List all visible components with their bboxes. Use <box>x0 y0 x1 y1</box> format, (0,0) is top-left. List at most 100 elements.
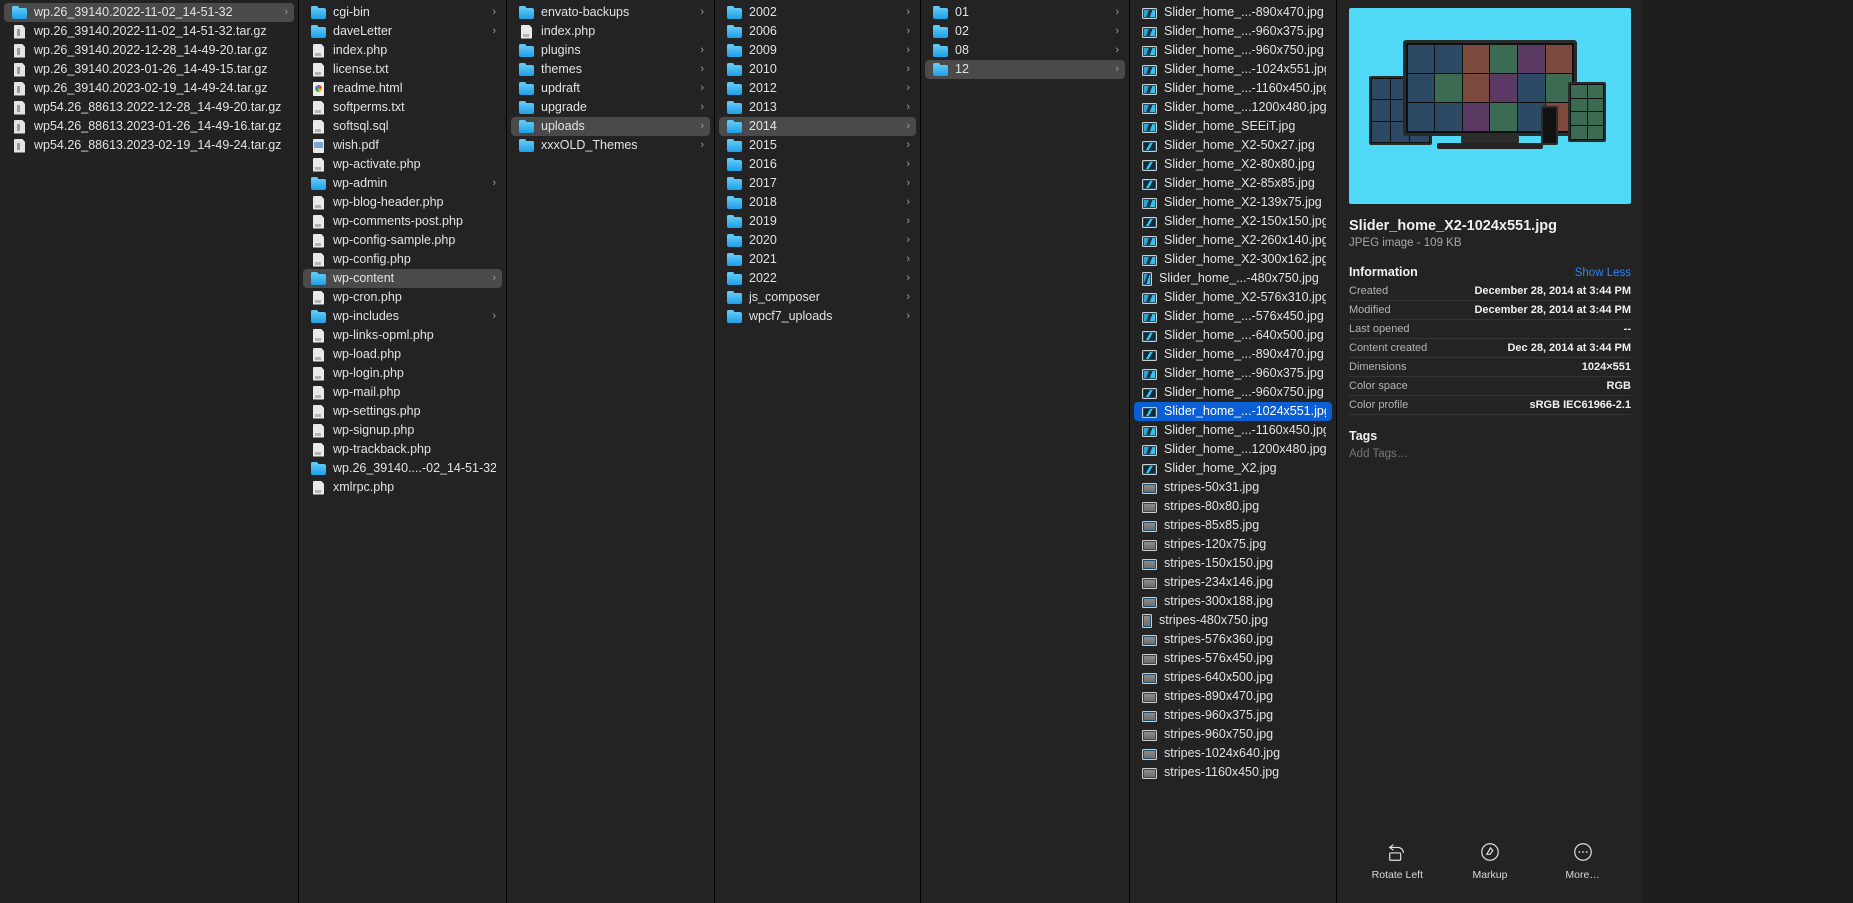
chevron-right-icon[interactable]: › <box>906 60 910 79</box>
list-item[interactable]: 08 › <box>925 41 1125 60</box>
list-item[interactable]: stripes-50x31.jpg <box>1134 478 1332 497</box>
chevron-right-icon[interactable]: › <box>492 307 496 326</box>
list-item[interactable]: wp-trackback.php <box>303 440 502 459</box>
list-item[interactable]: stripes-576x360.jpg <box>1134 630 1332 649</box>
list-item[interactable]: wp.26_39140.2023-02-19_14-49-24.tar.gz <box>4 79 294 98</box>
list-item[interactable]: Slider_home_...-890x470.jpg <box>1134 345 1332 364</box>
list-item[interactable]: stripes-640x500.jpg <box>1134 668 1332 687</box>
chevron-right-icon[interactable]: › <box>492 3 496 22</box>
chevron-right-icon[interactable]: › <box>906 79 910 98</box>
list-item[interactable]: stripes-150x150.jpg <box>1134 554 1332 573</box>
list-item[interactable]: stripes-300x188.jpg <box>1134 592 1332 611</box>
chevron-right-icon[interactable]: › <box>1115 3 1119 22</box>
list-item[interactable]: 2016 › <box>719 155 916 174</box>
list-item[interactable]: Slider_home_X2-300x162.jpg <box>1134 250 1332 269</box>
list-item[interactable]: wp.26_39140.2022-11-02_14-51-32 › <box>4 3 294 22</box>
chevron-right-icon[interactable]: › <box>906 288 910 307</box>
list-item[interactable]: wp-settings.php <box>303 402 502 421</box>
chevron-right-icon[interactable]: › <box>492 174 496 193</box>
add-tags-input[interactable]: Add Tags… <box>1349 448 1631 460</box>
list-item[interactable]: Slider_home_...-640x500.jpg <box>1134 326 1332 345</box>
rotate-left-button[interactable]: Rotate Left <box>1361 841 1433 881</box>
chevron-right-icon[interactable]: › <box>492 22 496 41</box>
list-item[interactable]: wp-login.php <box>303 364 502 383</box>
list-item[interactable]: 2015 › <box>719 136 916 155</box>
list-item[interactable]: wp-cron.php <box>303 288 502 307</box>
list-item[interactable]: wp.26_39140.2022-12-28_14-49-20.tar.gz <box>4 41 294 60</box>
list-item[interactable]: Slider_home_...-1024x551.jpg <box>1134 402 1332 421</box>
list-item[interactable]: wp54.26_88613.2023-01-26_14-49-16.tar.gz <box>4 117 294 136</box>
list-item[interactable]: Slider_home_X2-260x140.jpg <box>1134 231 1332 250</box>
list-item[interactable]: 2022 › <box>719 269 916 288</box>
list-item[interactable]: Slider_home_...-890x470.jpg <box>1134 3 1332 22</box>
list-item[interactable]: readme.html <box>303 79 502 98</box>
list-item[interactable]: stripes-120x75.jpg <box>1134 535 1332 554</box>
list-item[interactable]: Slider_home_...-480x750.jpg <box>1134 269 1332 288</box>
chevron-right-icon[interactable]: › <box>906 136 910 155</box>
chevron-right-icon[interactable]: › <box>906 3 910 22</box>
chevron-right-icon[interactable]: › <box>906 98 910 117</box>
list-item[interactable]: updraft › <box>511 79 710 98</box>
list-item[interactable]: Slider_home_...-960x750.jpg <box>1134 41 1332 60</box>
column-files[interactable]: Slider_home_...-890x470.jpg Slider_home_.… <box>1130 0 1337 903</box>
list-item[interactable]: xxxOLD_Themes › <box>511 136 710 155</box>
list-item[interactable]: Slider_home_X2-50x27.jpg <box>1134 136 1332 155</box>
image-preview-thumbnail[interactable] <box>1349 8 1631 204</box>
list-item[interactable]: 2019 › <box>719 212 916 231</box>
column-months[interactable]: 01 › 02 › 08 › 12 › <box>921 0 1130 903</box>
list-item[interactable]: stripes-234x146.jpg <box>1134 573 1332 592</box>
list-item[interactable]: wp.26_39140.2023-01-26_14-49-15.tar.gz <box>4 60 294 79</box>
list-item[interactable]: 2020 › <box>719 231 916 250</box>
chevron-right-icon[interactable]: › <box>700 41 704 60</box>
column-uploads-years[interactable]: 2002 › 2006 › 2009 › 2010 › 2012 › 2013 › 2014 › 2015 ›… <box>715 0 921 903</box>
chevron-right-icon[interactable]: › <box>284 3 288 22</box>
chevron-right-icon[interactable]: › <box>700 117 704 136</box>
list-item[interactable]: 2013 › <box>719 98 916 117</box>
list-item[interactable]: 2012 › <box>719 79 916 98</box>
list-item[interactable]: upgrade › <box>511 98 710 117</box>
list-item[interactable]: stripes-576x450.jpg <box>1134 649 1332 668</box>
chevron-right-icon[interactable]: › <box>1115 22 1119 41</box>
list-item[interactable]: stripes-960x375.jpg <box>1134 706 1332 725</box>
list-item[interactable]: Slider_home_SEEiT.jpg <box>1134 117 1332 136</box>
list-item[interactable]: 2021 › <box>719 250 916 269</box>
list-item[interactable]: stripes-80x80.jpg <box>1134 497 1332 516</box>
list-item[interactable]: daveLetter › <box>303 22 502 41</box>
list-item[interactable]: Slider_home_X2-139x75.jpg <box>1134 193 1332 212</box>
chevron-right-icon[interactable]: › <box>906 22 910 41</box>
list-item[interactable]: 02 › <box>925 22 1125 41</box>
chevron-right-icon[interactable]: › <box>700 3 704 22</box>
list-item[interactable]: Slider_home_...-960x375.jpg <box>1134 22 1332 41</box>
list-item[interactable]: uploads › <box>511 117 710 136</box>
chevron-right-icon[interactable]: › <box>906 212 910 231</box>
list-item[interactable]: wp-includes › <box>303 307 502 326</box>
list-item[interactable]: wish.pdf <box>303 136 502 155</box>
list-item[interactable]: stripes-890x470.jpg <box>1134 687 1332 706</box>
markup-button[interactable]: Markup <box>1454 841 1526 881</box>
list-item[interactable]: cgi-bin › <box>303 3 502 22</box>
list-item[interactable]: wp54.26_88613.2022-12-28_14-49-20.tar.gz <box>4 98 294 117</box>
list-item[interactable]: wp-admin › <box>303 174 502 193</box>
list-item[interactable]: 2017 › <box>719 174 916 193</box>
list-item[interactable]: index.php <box>511 22 710 41</box>
show-less-link[interactable]: Show Less <box>1575 267 1631 279</box>
list-item[interactable]: Slider_home_X2.jpg <box>1134 459 1332 478</box>
list-item[interactable]: softperms.txt <box>303 98 502 117</box>
chevron-right-icon[interactable]: › <box>700 79 704 98</box>
list-item[interactable]: 2018 › <box>719 193 916 212</box>
chevron-right-icon[interactable]: › <box>700 136 704 155</box>
list-item[interactable]: 01 › <box>925 3 1125 22</box>
list-item[interactable]: 2009 › <box>719 41 916 60</box>
list-item[interactable]: themes › <box>511 60 710 79</box>
list-item[interactable]: Slider_home_...1200x480.jpg <box>1134 440 1332 459</box>
list-item[interactable]: plugins › <box>511 41 710 60</box>
list-item[interactable]: stripes-85x85.jpg <box>1134 516 1332 535</box>
list-item[interactable]: Slider_home_X2-80x80.jpg <box>1134 155 1332 174</box>
chevron-right-icon[interactable]: › <box>906 41 910 60</box>
chevron-right-icon[interactable]: › <box>906 155 910 174</box>
list-item[interactable]: 2002 › <box>719 3 916 22</box>
list-item[interactable]: wp.26_39140....-02_14-51-32 <box>303 459 502 478</box>
column-wordpress-root[interactable]: cgi-bin › daveLetter › index.php license.txt r… <box>299 0 507 903</box>
list-item[interactable]: Slider_home_X2-576x310.jpg <box>1134 288 1332 307</box>
list-item[interactable]: license.txt <box>303 60 502 79</box>
